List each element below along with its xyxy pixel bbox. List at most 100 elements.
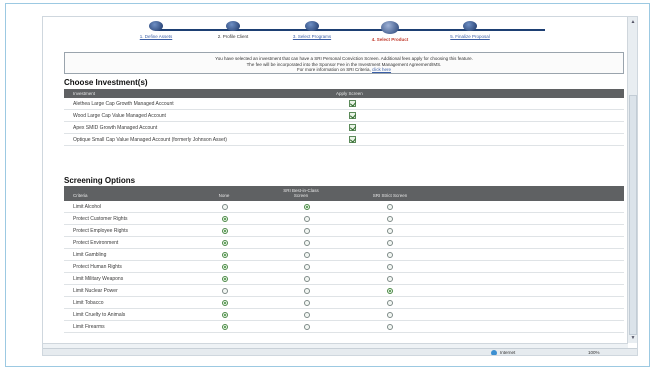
radio-none[interactable]	[222, 204, 228, 210]
criteria-label: Limit Nuclear Power	[73, 288, 118, 294]
notice-line-3: For more information on SRI Criteria, cl…	[65, 67, 623, 73]
radio-none[interactable]	[222, 276, 228, 282]
radio-best-in-class[interactable]	[304, 228, 310, 234]
table-row: Limit Tobacco	[64, 297, 624, 309]
investments-table: Investment Apply Screen Alethea Large Ca…	[64, 89, 624, 146]
header-apply-screen: Apply Screen	[336, 91, 363, 96]
radio-best-in-class[interactable]	[304, 204, 310, 210]
screening-table-header: Criteria None SRI Best-in-Class Screen S…	[64, 186, 624, 201]
zoom-level[interactable]: 100%	[588, 350, 600, 355]
criteria-label: Limit Cruelty to Animals	[73, 312, 126, 318]
globe-icon	[491, 350, 497, 355]
investment-name: Optique Small Cap Value Managed Account …	[73, 137, 227, 143]
radio-strict[interactable]	[387, 240, 393, 246]
step-label[interactable]: 5. Finalize Proposal	[415, 34, 525, 39]
table-row: Protect Human Rights	[64, 261, 624, 273]
notice-line-3-prefix: For more information on SRI Criteria,	[296, 67, 371, 72]
table-row: Alethea Large Cap Growth Managed Account	[64, 98, 624, 110]
radio-strict[interactable]	[387, 324, 393, 330]
investments-table-header: Investment Apply Screen	[64, 89, 624, 98]
criteria-label: Limit Tobacco	[73, 300, 104, 306]
table-row: Limit Firearms	[64, 321, 624, 333]
radio-none[interactable]	[222, 300, 228, 306]
radio-none[interactable]	[222, 264, 228, 270]
radio-best-in-class[interactable]	[304, 252, 310, 258]
radio-strict[interactable]	[387, 288, 393, 294]
criteria-label: Limit Alcohol	[73, 204, 102, 210]
step-dot-icon	[463, 21, 477, 31]
step-dot-icon	[149, 21, 163, 31]
radio-best-in-class[interactable]	[304, 240, 310, 246]
apply-screen-checkbox[interactable]	[349, 136, 356, 143]
browser-window: 1. Define Assets 2. Profile Client 3. Se…	[42, 16, 638, 356]
radio-best-in-class[interactable]	[304, 288, 310, 294]
radio-none[interactable]	[222, 240, 228, 246]
table-row: Limit Nuclear Power	[64, 285, 624, 297]
radio-strict[interactable]	[387, 204, 393, 210]
header-best-in-class: SRI Best-in-Class Screen	[283, 188, 319, 198]
apply-screen-checkbox[interactable]	[349, 124, 356, 131]
radio-strict[interactable]	[387, 228, 393, 234]
radio-strict[interactable]	[387, 276, 393, 282]
radio-strict[interactable]	[387, 264, 393, 270]
status-bar: Internet 100%	[43, 348, 637, 355]
choose-investments-title: Choose Investment(s)	[64, 78, 148, 87]
radio-strict[interactable]	[387, 216, 393, 222]
criteria-label: Protect Customer Rights	[73, 216, 128, 222]
header-strict: SRI Strict Screen	[372, 193, 408, 198]
screening-table: Criteria None SRI Best-in-Class Screen S…	[64, 186, 624, 333]
table-row: Protect Environment	[64, 237, 624, 249]
table-row: Protect Employee Rights	[64, 225, 624, 237]
radio-strict[interactable]	[387, 252, 393, 258]
radio-none[interactable]	[222, 312, 228, 318]
table-row: Wood Large Cap Value Managed Account	[64, 110, 624, 122]
criteria-label: Protect Environment	[73, 240, 119, 246]
radio-best-in-class[interactable]	[304, 264, 310, 270]
table-row: Optique Small Cap Value Managed Account …	[64, 134, 624, 146]
radio-best-in-class[interactable]	[304, 216, 310, 222]
radio-none[interactable]	[222, 228, 228, 234]
investment-name: Alethea Large Cap Growth Managed Account	[73, 101, 174, 107]
radio-best-in-class[interactable]	[304, 300, 310, 306]
step-dot-icon	[226, 21, 240, 31]
header-criteria: Criteria	[73, 193, 88, 198]
screening-rows: Limit Alcohol Protect Customer Rights Prot…	[64, 201, 624, 333]
scroll-down-icon[interactable]: ▼	[630, 335, 636, 341]
table-row: Limit Alcohol	[64, 201, 624, 213]
investment-name: Wood Large Cap Value Managed Account	[73, 113, 166, 119]
sri-criteria-link[interactable]: click here	[372, 67, 391, 72]
radio-best-in-class[interactable]	[304, 312, 310, 318]
criteria-label: Limit Gambling	[73, 252, 107, 258]
scroll-up-icon[interactable]: ▲	[630, 19, 636, 25]
radio-best-in-class[interactable]	[304, 324, 310, 330]
criteria-label: Limit Firearms	[73, 324, 105, 330]
radio-none[interactable]	[222, 288, 228, 294]
radio-none[interactable]	[222, 252, 228, 258]
scrollbar-thumb[interactable]	[629, 95, 637, 335]
criteria-label: Protect Human Rights	[73, 264, 122, 270]
table-row: Limit Gambling	[64, 249, 624, 261]
apply-screen-checkbox[interactable]	[349, 112, 356, 119]
apply-screen-checkbox[interactable]	[349, 100, 356, 107]
step-dot-icon	[305, 21, 319, 31]
sri-notice-box: You have selected an investment that can…	[64, 52, 624, 74]
header-investment: Investment	[73, 91, 96, 96]
wizard-step-finalize-proposal[interactable]: 5. Finalize Proposal	[415, 21, 525, 39]
radio-none[interactable]	[222, 216, 228, 222]
criteria-label: Protect Employee Rights	[73, 228, 129, 234]
table-row: Limit Military Weapons	[64, 273, 624, 285]
vertical-scrollbar[interactable]: ▲ ▼	[627, 17, 637, 343]
security-zone: Internet	[500, 350, 516, 355]
radio-strict[interactable]	[387, 312, 393, 318]
outer-frame: 1. Define Assets 2. Profile Client 3. Se…	[5, 3, 650, 367]
table-row: Protect Customer Rights	[64, 213, 624, 225]
radio-strict[interactable]	[387, 300, 393, 306]
page-content: 1. Define Assets 2. Profile Client 3. Se…	[43, 17, 628, 342]
table-row: Apex SMID Growth Managed Account	[64, 122, 624, 134]
step-dot-active-icon	[381, 21, 399, 34]
header-none: None	[218, 193, 230, 198]
radio-best-in-class[interactable]	[304, 276, 310, 282]
radio-none[interactable]	[222, 324, 228, 330]
table-row: Limit Cruelty to Animals	[64, 309, 624, 321]
criteria-label: Limit Military Weapons	[73, 276, 124, 282]
